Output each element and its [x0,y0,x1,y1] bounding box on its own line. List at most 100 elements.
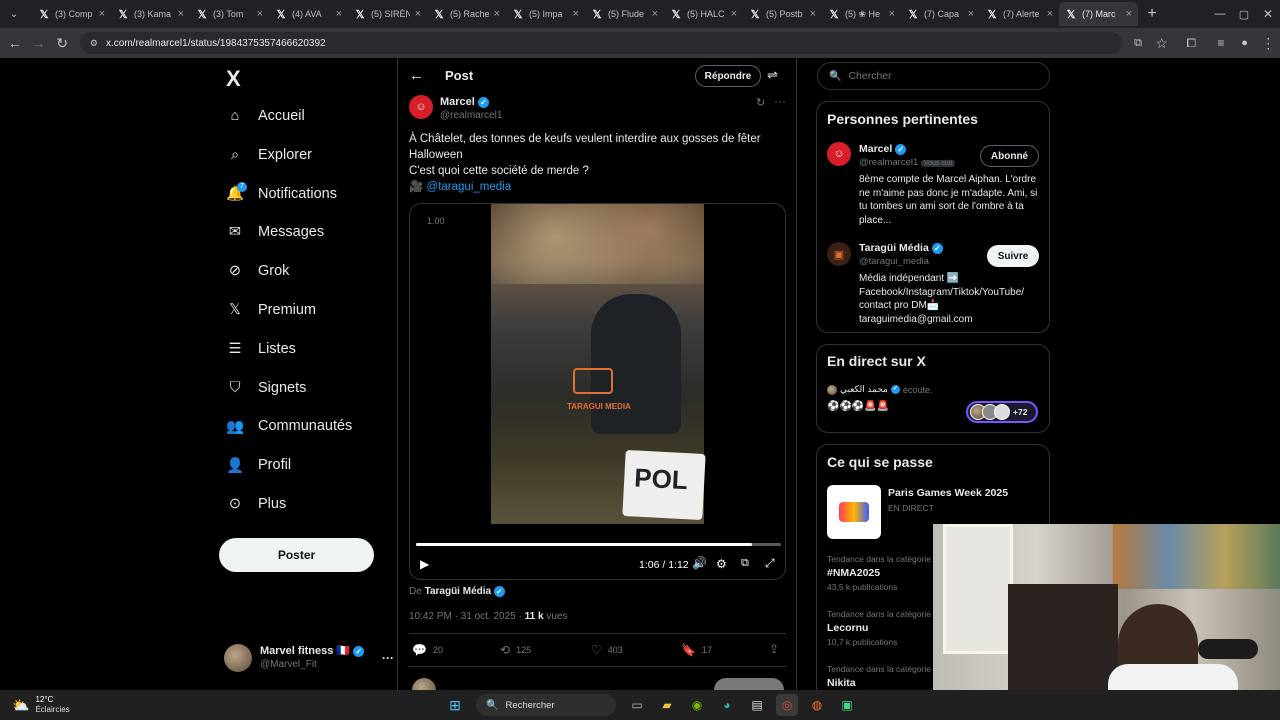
browser-tab[interactable]: 𝕏 (4) AVA × [269,2,348,26]
forward-icon[interactable]: → [27,31,51,55]
weather-widget[interactable]: ⛅ 12°C Éclaircies [12,695,122,715]
tab-close-icon[interactable]: × [1126,8,1132,20]
person-name[interactable]: Taragüi Média [859,242,929,254]
chrome-icon[interactable]: ◎ [776,694,798,716]
install-app-icon[interactable]: ⧉ [1126,31,1150,55]
following-button[interactable]: Abonné [980,145,1039,167]
browser-tab[interactable]: 𝕏 (5) Postb × [743,2,822,26]
start-menu-icon[interactable]: ⊞ [444,694,466,716]
reload-icon[interactable]: ↻ [50,31,74,55]
browser-tab[interactable]: 𝕏 (3) Tom × [190,2,269,26]
source-name[interactable]: Taragüi Média [425,586,492,597]
nav-item-profil[interactable]: 👤 Profil [226,452,291,478]
post-button[interactable]: Poster [219,538,374,572]
video-progress-track[interactable] [416,543,781,546]
tab-close-icon[interactable]: × [968,8,974,20]
video-frame[interactable]: TARAGUI MEDIA POL [491,204,706,524]
nav-item-communautés[interactable]: 👥 Communautés [226,413,352,439]
browser-tab[interactable]: 𝕏 (3) Comp × [32,2,111,26]
grok-explain-icon[interactable]: ↻ [756,96,765,109]
person-handle[interactable]: @taragui_media [859,255,943,269]
nav-item-plus[interactable]: ⊙ Plus [226,491,286,517]
video-player[interactable]: 1.00 TARAGUI MEDIA POL ▶ 1:06 / 1:12 🔊 ⚙… [409,203,786,580]
app-icon[interactable]: ▣ [836,694,858,716]
nav-item-explorer[interactable]: ⌕ Explorer [226,142,312,168]
bookmark-action[interactable]: 🔖 17 [681,643,712,657]
tab-close-icon[interactable]: × [336,8,342,20]
tab-close-icon[interactable]: × [257,8,263,20]
nav-item-listes[interactable]: ☰ Listes [226,336,296,362]
browser-tab[interactable]: 𝕏 (5) Impa × [506,2,585,26]
browser-tab[interactable]: 𝕏 (5) ❀ He × [822,2,901,26]
profile-avatar-icon[interactable]: ● [1233,31,1257,55]
tab-close-icon[interactable]: × [810,8,816,20]
search-bar[interactable]: 🔍 Chercher [817,62,1050,90]
back-arrow-icon[interactable]: ← [409,67,424,84]
browser-menu-icon[interactable]: ⋮ [1256,31,1280,55]
reply-filter-button[interactable]: Répondre [695,65,761,87]
browser-tab[interactable]: 𝕏 (7) Alerte × [980,2,1059,26]
nvidia-icon[interactable]: ◉ [686,694,708,716]
file-explorer-icon[interactable]: ▰ [656,694,678,716]
reply-action[interactable]: 💬 20 [412,643,443,657]
tab-close-icon[interactable]: × [178,8,184,20]
live-emojis[interactable]: ⚽⚽⚽🚨🚨 [827,401,889,412]
minimize-icon[interactable]: — [1208,2,1232,26]
nav-item-signets[interactable]: ⛉ Signets [226,375,307,401]
repost-action[interactable]: ⟲ 125 [500,643,531,657]
like-action[interactable]: ♡ 403 [591,643,623,657]
tab-close-icon[interactable]: × [652,8,658,20]
settings-sliders-icon[interactable]: ⇌ [767,67,778,83]
listeners-pill[interactable]: +72 [966,401,1038,423]
fullscreen-icon[interactable]: ⤢ [765,556,775,571]
person-avatar[interactable]: ▣ [827,242,851,266]
browser-tab[interactable]: 𝕏 (5) HALC × [664,2,743,26]
video-settings-icon[interactable]: ⚙ [716,557,727,571]
media-control-icon[interactable]: ≡ [1209,31,1233,55]
person-name[interactable]: Marcel [859,143,892,155]
extensions-icon[interactable]: ⧠ [1179,31,1203,55]
tab-close-icon[interactable]: × [99,8,105,20]
person-handle[interactable]: @realmarcel1 [859,157,918,168]
url-field[interactable]: ⚙ x.com/realmarcel1/status/1984375357466… [79,32,1123,54]
play-icon[interactable]: ▶ [420,557,429,571]
account-switcher[interactable]: Marvel fitness 🇫🇷 ✓ @Marvel_Fit ··· [224,642,394,674]
store-icon[interactable]: ▤ [746,694,768,716]
browser-tab[interactable]: 𝕏 (5) Rache × [427,2,506,26]
author-avatar[interactable]: ☺ [409,95,433,119]
tab-close-icon[interactable]: × [415,8,421,20]
event-name[interactable]: Paris Games Week 2025 [888,487,1008,499]
share-action[interactable]: ⇪ [769,642,779,656]
nav-item-grok[interactable]: ⊘ Grok [226,258,290,284]
bookmark-star-icon[interactable]: ☆ [1150,31,1174,55]
browser-tab[interactable]: 𝕏 (7) Marc × [1059,2,1138,26]
task-view-icon[interactable]: ▭ [626,694,648,716]
new-tab-button[interactable]: + [1140,2,1164,26]
more-dots-icon[interactable]: ··· [382,651,394,665]
browser-tab[interactable]: 𝕏 (5) Flude × [585,2,664,26]
site-info-icon[interactable]: ⚙ [90,38,98,49]
browser-tab[interactable]: 𝕏 (3) Kama × [111,2,190,26]
tab-close-icon[interactable]: × [494,8,500,20]
browser-tab[interactable]: 𝕏 (7) Capa × [901,2,980,26]
volume-icon[interactable]: 🔊 [692,556,707,570]
maximize-icon[interactable]: ▢ [1232,2,1256,26]
author-handle[interactable]: @realmarcel1 [440,109,502,123]
person-avatar[interactable]: ☺ [827,142,851,166]
nav-item-notifications[interactable]: 🔔 7 Notifications [226,181,337,207]
firefox-icon[interactable]: ◍ [806,694,828,716]
taskbar-search[interactable]: 🔍 Rechercher [476,694,616,716]
picture-in-picture-icon[interactable]: ⧉ [741,557,749,570]
more-options-icon[interactable]: ··· [774,94,786,108]
tab-close-icon[interactable]: × [1047,8,1053,20]
event-thumbnail[interactable] [827,485,881,539]
tab-close-icon[interactable]: × [573,8,579,20]
live-host-row[interactable]: محمد الكعبي ✓ écoute. [827,384,932,395]
mention-link[interactable]: @taragui_media [427,181,512,193]
author-name[interactable]: Marcel [440,96,475,108]
back-icon[interactable]: ← [3,31,27,55]
nav-item-premium[interactable]: 𝕏 Premium [226,297,316,323]
nav-item-accueil[interactable]: ⌂ Accueil [226,103,305,129]
nav-item-messages[interactable]: ✉ Messages [226,219,324,245]
post-timestamp[interactable]: 10:42 PM · 31 oct. 2025 · [409,611,522,622]
